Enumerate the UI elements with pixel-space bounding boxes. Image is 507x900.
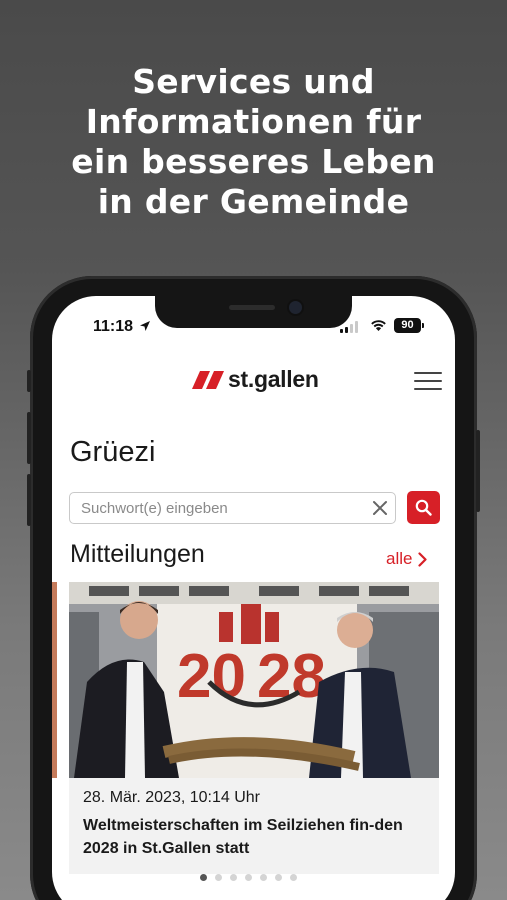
carousel-pagination bbox=[200, 874, 297, 881]
search-button[interactable] bbox=[407, 491, 440, 524]
battery-indicator: 90 bbox=[394, 318, 424, 333]
signal-icon bbox=[340, 321, 358, 333]
headline-line-1: Services und bbox=[132, 62, 375, 101]
power-button bbox=[476, 430, 480, 512]
carousel-dot[interactable] bbox=[245, 874, 252, 881]
news-photo: 20 28 bbox=[69, 582, 439, 778]
carousel-dot[interactable] bbox=[230, 874, 237, 881]
logo-text: st.gallen bbox=[228, 366, 319, 392]
carousel-dot[interactable] bbox=[215, 874, 222, 881]
headline-line-3: ein besseres Leben bbox=[71, 142, 436, 181]
app-screen: 11:18 90 st.gallen Grüezi Mitteilungen bbox=[52, 296, 455, 900]
carousel-dot[interactable] bbox=[275, 874, 282, 881]
news-date: 28. Mär. 2023, 10:14 Uhr bbox=[83, 789, 260, 806]
st-gallen-logo[interactable]: st.gallen bbox=[192, 366, 319, 393]
notch bbox=[155, 296, 352, 328]
logo-mark-icon bbox=[192, 370, 224, 389]
greeting-heading: Grüezi bbox=[70, 436, 156, 468]
headline-line-4: in der Gemeinde bbox=[97, 182, 410, 221]
news-all-link[interactable]: alle bbox=[386, 549, 428, 569]
headline-line-2: Informationen für bbox=[85, 102, 422, 141]
location-arrow-icon bbox=[140, 321, 150, 331]
news-section-title: Mitteilungen bbox=[70, 540, 205, 568]
promo-headline: Services und Informationen für ein besse… bbox=[0, 62, 507, 222]
chevron-right-icon bbox=[418, 551, 428, 567]
previous-card-peek bbox=[52, 582, 57, 778]
clear-icon[interactable] bbox=[371, 499, 389, 517]
all-link-label: alle bbox=[386, 549, 413, 568]
search-icon bbox=[415, 499, 432, 516]
mute-switch bbox=[27, 370, 31, 392]
camera-icon bbox=[289, 301, 302, 314]
carousel-dot[interactable] bbox=[200, 874, 207, 881]
news-card[interactable]: 20 28 28. Mär. 2023, 10:14 Uhr Weltmeist… bbox=[69, 582, 439, 874]
carousel-dot[interactable] bbox=[260, 874, 267, 881]
news-title: Weltmeisterschaften im Seilziehen fin-de… bbox=[83, 817, 403, 857]
volume-down-button bbox=[27, 474, 31, 526]
wifi-icon bbox=[371, 320, 386, 331]
carousel-dot[interactable] bbox=[290, 874, 297, 881]
search-input[interactable] bbox=[70, 493, 360, 523]
speaker bbox=[229, 305, 275, 310]
menu-button[interactable] bbox=[414, 372, 442, 392]
search-box bbox=[69, 492, 396, 524]
svg-text:28: 28 bbox=[257, 642, 326, 711]
status-time: 11:18 bbox=[93, 318, 134, 335]
volume-up-button bbox=[27, 412, 31, 464]
